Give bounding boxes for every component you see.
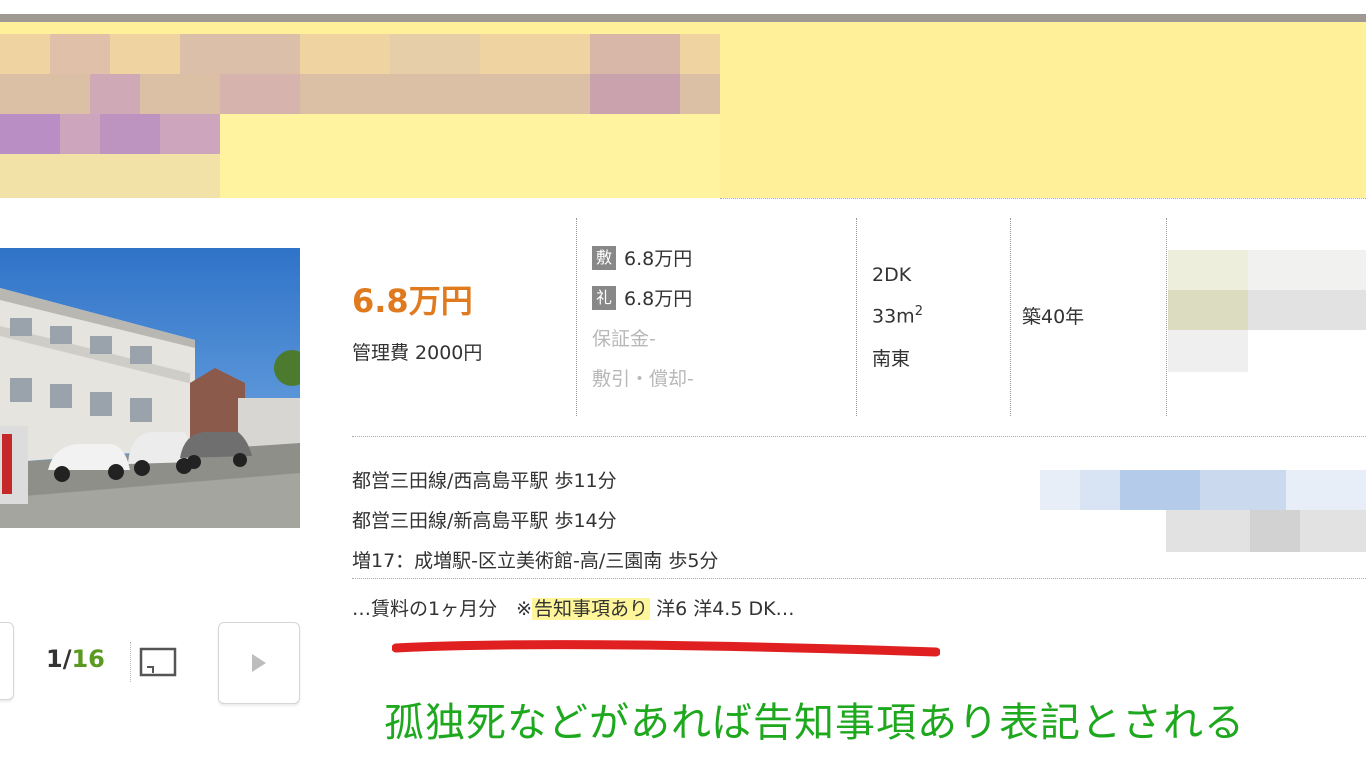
rent-price: 6.8万円 bbox=[352, 282, 473, 320]
play-icon bbox=[252, 654, 266, 672]
censored-map-mosaic bbox=[1040, 470, 1366, 552]
deposit-row: 敷 6.8万円 bbox=[592, 244, 692, 271]
note-suffix: 洋6 洋4.5 DK… bbox=[650, 598, 795, 620]
prev-photo-button[interactable] bbox=[0, 622, 14, 700]
key-money-row: 礼 6.8万円 bbox=[592, 284, 692, 311]
floor-plan: 2DK bbox=[872, 264, 912, 286]
building-age: 築40年 bbox=[1022, 306, 1085, 328]
management-fee: 管理費 2000円 bbox=[352, 342, 483, 364]
note-prefix: …賃料の1ヶ月分 ※ bbox=[352, 598, 533, 620]
deduction-fee: 敷引・償却- bbox=[592, 368, 694, 390]
column-divider bbox=[1010, 218, 1011, 416]
censored-title-mosaic bbox=[0, 34, 720, 198]
key-money-tag: 礼 bbox=[592, 285, 616, 310]
photo-counter-total: 16 bbox=[71, 645, 105, 673]
disclosure-highlight: 告知事項あり bbox=[532, 598, 651, 620]
header-divider bbox=[720, 198, 1366, 199]
censored-info-mosaic bbox=[1168, 250, 1366, 372]
access-line-1: 都営三田線/西高島平駅 歩11分 bbox=[352, 470, 617, 492]
row-divider bbox=[352, 436, 1366, 437]
floor-area: 33m2 bbox=[872, 304, 923, 327]
gallery-view-icon[interactable] bbox=[130, 642, 185, 682]
column-divider bbox=[856, 218, 857, 416]
access-line-3: 増17：成増駅-区立美術館-高/三園南 歩5分 bbox=[352, 550, 719, 572]
column-divider bbox=[1166, 218, 1167, 416]
handwritten-annotation: 孤独死などがあれば告知事項あり表記とされる bbox=[384, 700, 1245, 746]
header-top-rule bbox=[0, 14, 1366, 22]
key-money-value: 6.8万円 bbox=[624, 288, 693, 310]
guarantee-fee: 保証金- bbox=[592, 328, 656, 350]
access-line-2: 都営三田線/新高島平駅 歩14分 bbox=[352, 510, 617, 532]
deposit-value: 6.8万円 bbox=[624, 248, 693, 270]
row-divider bbox=[352, 578, 1366, 579]
photo-counter-current: 1/ bbox=[46, 645, 72, 673]
facing-direction: 南東 bbox=[872, 348, 911, 370]
column-divider bbox=[576, 218, 577, 416]
next-photo-button[interactable] bbox=[218, 622, 300, 704]
red-underline-mark bbox=[392, 640, 940, 657]
property-photo[interactable] bbox=[0, 248, 300, 528]
floor-area-unit-sup: 2 bbox=[914, 304, 923, 319]
deposit-tag: 敷 bbox=[592, 245, 616, 270]
property-note: …賃料の1ヶ月分 ※ 告知事項あり 洋6 洋4.5 DK… bbox=[352, 594, 795, 621]
floor-area-value: 33m bbox=[872, 305, 915, 328]
photo-counter: 1/16 bbox=[46, 645, 105, 673]
